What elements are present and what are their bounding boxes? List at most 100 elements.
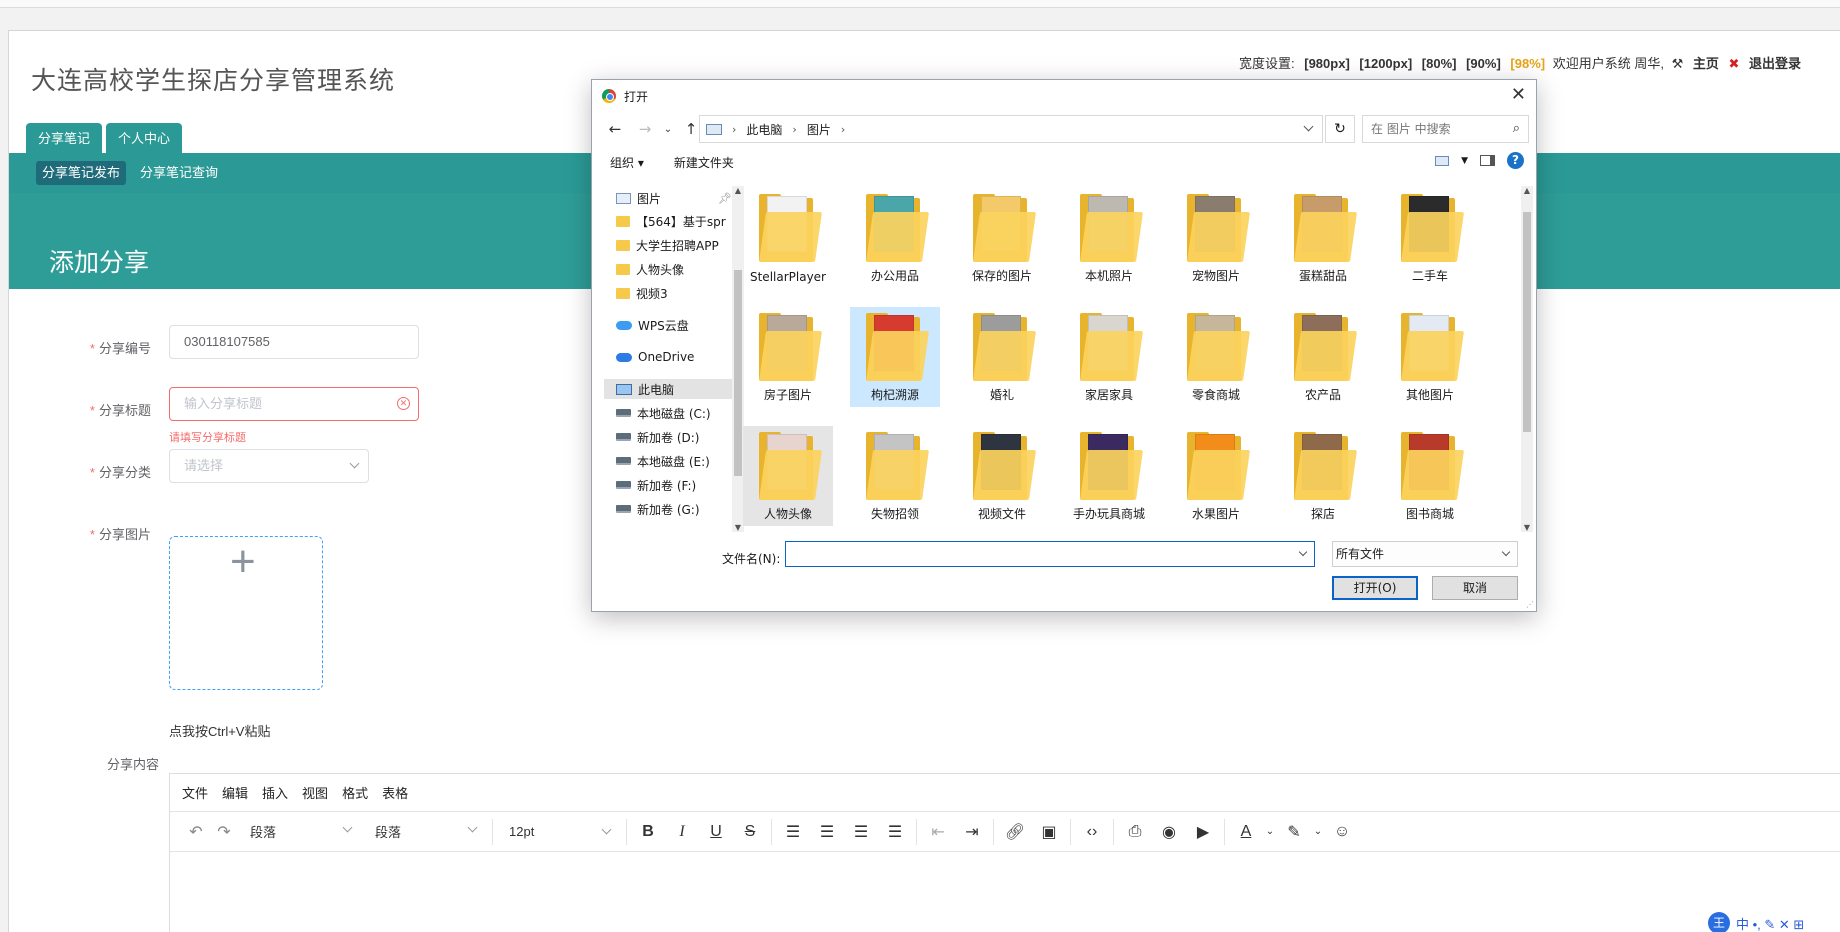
forward-arrow-icon[interactable]: → [630, 120, 660, 138]
nav-item-folder-564[interactable]: 【564】基于spr [616, 211, 726, 231]
redo-icon[interactable]: ↷ [210, 822, 238, 842]
home-link[interactable]: 主页 [1693, 56, 1719, 71]
media-icon[interactable]: ▶ [1186, 822, 1220, 842]
folder-item[interactable]: 农产品 [1278, 307, 1368, 407]
folder-item[interactable]: 婚礼 [957, 307, 1047, 407]
block-format-select[interactable]: 段落 [238, 822, 363, 841]
grid-scrollbar[interactable]: ▲ ▼ [1521, 186, 1533, 532]
share-category-select[interactable]: 请选择 [169, 449, 369, 483]
nav-item-pictures[interactable]: 图片 📌︎ [616, 188, 736, 208]
image-uploader[interactable]: + [169, 536, 323, 690]
font-size-select[interactable]: 12pt [497, 824, 622, 839]
width-option-98[interactable]: [98%] [1510, 56, 1545, 71]
image-icon[interactable]: ▣ [1032, 822, 1066, 842]
emoji-icon[interactable]: ☺ [1325, 823, 1359, 841]
nav-item-onedrive[interactable]: OneDrive [616, 347, 694, 367]
folder-item[interactable]: 图书商城 [1385, 426, 1475, 526]
paste-hint[interactable]: 点我按Ctrl+V粘贴 [169, 721, 270, 740]
folder-item[interactable]: 办公用品 [850, 188, 940, 288]
breadcrumb-this-pc[interactable]: 此电脑 [746, 121, 782, 138]
new-folder-button[interactable]: 新建文件夹 [674, 154, 734, 171]
folder-item[interactable]: 水果图片 [1171, 426, 1261, 526]
text-color-icon[interactable]: A [1229, 823, 1263, 841]
code-icon[interactable]: ‹› [1075, 823, 1109, 841]
nav-item-drive-g[interactable]: 新加卷 (G:) [616, 499, 700, 519]
filename-input[interactable] [785, 541, 1315, 567]
preview-icon[interactable]: ◉ [1152, 822, 1186, 842]
align-right-icon[interactable]: ☰ [844, 822, 878, 842]
cancel-button[interactable]: 取消 [1432, 576, 1518, 600]
share-title-input[interactable]: 输入分享标题 ✕ [169, 387, 419, 421]
folder-item[interactable]: 人物头像 [743, 426, 833, 526]
folder-item[interactable]: 失物招领 [850, 426, 940, 526]
chevron-down-icon[interactable] [1303, 121, 1314, 132]
scroll-down-icon[interactable]: ▼ [1521, 523, 1533, 532]
close-icon[interactable]: ✕ [1511, 84, 1526, 105]
search-input[interactable]: 在 图片 中搜索 ⌕ [1362, 115, 1529, 143]
paragraph-select[interactable]: 段落 [363, 822, 488, 841]
folder-item[interactable]: 枸杞溯源 [850, 307, 940, 407]
nav-item-folder-recruit-app[interactable]: 大学生招聘APP [616, 235, 719, 255]
nav-item-folder-video3[interactable]: 视频3 [616, 283, 668, 303]
ime-status[interactable]: 中 •, ✎ ✕ ⊞ [1736, 914, 1804, 932]
grid-scroll-thumb[interactable] [1523, 212, 1531, 432]
folder-item[interactable]: 二手车 [1385, 188, 1475, 288]
menu-file[interactable]: 文件 [182, 783, 208, 802]
italic-icon[interactable]: I [665, 823, 699, 841]
preview-pane-icon[interactable] [1480, 155, 1495, 166]
tab-share-notes[interactable]: 分享笔记 [26, 123, 103, 153]
folder-item[interactable]: 房子图片 [743, 307, 833, 407]
outdent-icon[interactable]: ⇤ [921, 822, 955, 842]
subnav-publish[interactable]: 分享笔记发布 [36, 161, 127, 185]
organize-button[interactable]: 组织 ▾ [610, 154, 644, 171]
strikethrough-icon[interactable]: S [733, 823, 767, 841]
folder-item[interactable]: 保存的图片 [957, 188, 1047, 288]
link-icon[interactable]: 🔗︎ [998, 822, 1032, 842]
logout-link[interactable]: 退出登录 [1749, 56, 1801, 71]
align-left-icon[interactable]: ☰ [776, 822, 810, 842]
share-id-field[interactable]: 030118107585 [169, 325, 419, 359]
folder-item[interactable]: 宠物图片 [1171, 188, 1261, 288]
folder-item[interactable]: 手办玩具商城 [1064, 426, 1154, 526]
indent-icon[interactable]: ⇥ [955, 822, 989, 842]
recent-chevron-icon[interactable]: ⌄ [660, 124, 676, 135]
nav-item-this-pc[interactable]: 此电脑 [604, 379, 732, 399]
width-option-90[interactable]: [90%] [1466, 56, 1501, 71]
chevron-down-icon[interactable]: ⌄ [1263, 826, 1277, 837]
undo-icon[interactable]: ↶ [182, 822, 210, 842]
ime-logo-icon[interactable]: 王 [1708, 912, 1730, 932]
print-icon[interactable]: ⎙ [1118, 823, 1152, 841]
folder-item[interactable]: 本机照片 [1064, 188, 1154, 288]
align-center-icon[interactable]: ☰ [810, 822, 844, 842]
folder-item[interactable]: 零食商城 [1171, 307, 1261, 407]
width-option-80[interactable]: [80%] [1422, 56, 1457, 71]
subnav-query[interactable]: 分享笔记查询 [134, 161, 224, 185]
clear-icon[interactable]: ✕ [397, 397, 410, 410]
tab-personal-center[interactable]: 个人中心 [106, 123, 183, 153]
bold-icon[interactable]: B [631, 823, 665, 841]
width-option-980[interactable]: [980px] [1304, 56, 1350, 71]
width-option-1200[interactable]: [1200px] [1359, 56, 1412, 71]
view-options-icon[interactable] [1435, 155, 1450, 166]
resize-grip-icon[interactable]: ⋰ [1526, 600, 1534, 609]
underline-icon[interactable]: U [699, 823, 733, 841]
folder-item[interactable]: StellarPlayer [743, 188, 833, 288]
open-button[interactable]: 打开(O) [1332, 576, 1418, 600]
folder-item[interactable]: 视频文件 [957, 426, 1047, 526]
help-icon[interactable]: ? [1507, 152, 1524, 169]
nav-item-drive-f[interactable]: 新加卷 (F:) [616, 475, 696, 495]
filetype-select[interactable]: 所有文件 [1332, 541, 1518, 567]
menu-insert[interactable]: 插入 [262, 783, 288, 802]
menu-table[interactable]: 表格 [382, 783, 408, 802]
align-justify-icon[interactable]: ☰ [878, 822, 912, 842]
chevron-down-icon[interactable]: ⌄ [1311, 826, 1325, 837]
nav-item-folder-avatars[interactable]: 人物头像 [616, 259, 684, 279]
highlight-icon[interactable]: ✎ [1277, 822, 1311, 842]
menu-edit[interactable]: 编辑 [222, 783, 248, 802]
menu-format[interactable]: 格式 [342, 783, 368, 802]
refresh-icon[interactable]: ↻ [1325, 115, 1355, 143]
nav-item-drive-d[interactable]: 新加卷 (D:) [616, 427, 699, 447]
folder-item[interactable]: 蛋糕甜品 [1278, 188, 1368, 288]
nav-item-wps-cloud[interactable]: WPS云盘 [616, 315, 689, 335]
back-arrow-icon[interactable]: ← [600, 120, 630, 138]
